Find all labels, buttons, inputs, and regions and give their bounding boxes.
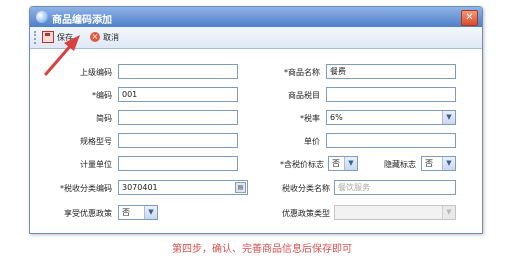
step-caption: 第四步，确认、完善商品信息后保存即可 bbox=[172, 244, 352, 255]
annotation-arrow-icon bbox=[44, 35, 80, 76]
